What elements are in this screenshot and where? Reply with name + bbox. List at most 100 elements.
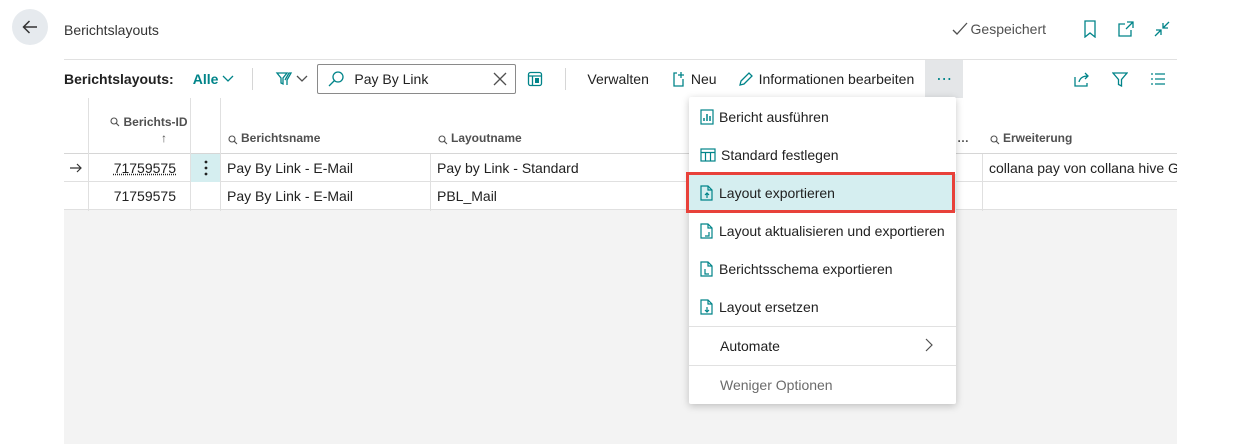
menu-item-label: Bericht ausführen xyxy=(719,109,829,125)
arrow-left-icon xyxy=(22,20,37,34)
column-label: Erweiterung xyxy=(1003,131,1073,145)
menu-item-label: Layout aktualisieren und exportieren xyxy=(719,223,945,239)
column-header-truncated[interactable]: … xyxy=(957,98,977,154)
bookmark-icon xyxy=(1084,20,1096,38)
export-doc-icon xyxy=(700,185,713,201)
column-header-extension[interactable]: Erweiterung xyxy=(990,98,1170,154)
share-icon xyxy=(1074,72,1089,87)
menu-item-label: Layout ersetzen xyxy=(719,299,819,315)
report-name-cell: Pay By Link - E-Mail xyxy=(227,160,354,176)
menu-item-label: Automate xyxy=(720,338,780,354)
header-actions: Gespeichert xyxy=(952,14,1180,44)
report-id-cell[interactable]: 71759575 xyxy=(89,154,176,182)
view-selector[interactable]: Alle xyxy=(193,71,235,87)
menu-item-set-default[interactable]: Standard festlegen xyxy=(689,136,956,174)
grid-divider xyxy=(88,98,89,211)
pencil-icon xyxy=(738,71,753,86)
extension-cell: collana pay von collana hive G… xyxy=(989,160,1177,176)
checkmark-icon xyxy=(952,22,967,35)
menu-item-automate[interactable]: Automate xyxy=(689,327,956,365)
filter-pane-toggle[interactable] xyxy=(275,70,308,88)
grid-divider xyxy=(430,154,431,211)
list-label: Berichtslayouts: xyxy=(64,70,174,87)
table-row[interactable]: 71759575 Pay By Link - E-Mail Pay by Lin… xyxy=(64,154,1177,182)
back-button[interactable] xyxy=(12,9,48,45)
menu-item-label: Standard festlegen xyxy=(721,147,839,163)
column-header-report-id[interactable]: Berichts-ID ↑ xyxy=(99,98,199,154)
filter-button[interactable] xyxy=(1101,64,1139,94)
column-label: Berichts-ID xyxy=(123,115,188,129)
menu-item-replace-layout[interactable]: Layout ersetzen xyxy=(689,288,956,326)
search-icon xyxy=(228,135,238,145)
set-default-icon xyxy=(700,148,716,162)
toolbar-divider xyxy=(252,67,254,90)
grid-divider xyxy=(982,154,983,211)
manage-label: Verwalten xyxy=(587,70,649,87)
more-icon: ⋯ xyxy=(936,70,953,88)
search-icon xyxy=(990,135,1000,145)
row-actions-button[interactable] xyxy=(191,154,220,182)
new-document-icon xyxy=(673,71,684,87)
columns-button[interactable] xyxy=(527,71,543,87)
layouts-grid: Berichts-ID ↑ Berichtsname Layoutname … … xyxy=(64,98,1177,211)
edit-info-button[interactable]: Informationen bearbeiten xyxy=(738,60,915,98)
menu-item-run-report[interactable]: Bericht ausführen xyxy=(689,98,956,136)
search-input[interactable] xyxy=(354,70,494,87)
page-title: Berichtslayouts xyxy=(64,22,159,38)
vertical-dots-icon xyxy=(204,160,207,176)
search-box[interactable] xyxy=(317,63,517,94)
collapse-button[interactable] xyxy=(1144,14,1180,44)
run-report-icon xyxy=(700,109,714,125)
toolbar-divider xyxy=(565,67,567,90)
filter-icon xyxy=(1112,72,1128,87)
toolbar-right xyxy=(1063,60,1177,98)
clear-search-icon[interactable] xyxy=(493,72,507,86)
sort-ascending-icon: ↑ xyxy=(161,131,167,145)
layout-name-cell: PBL_Mail xyxy=(437,188,497,204)
filter-pane-icon xyxy=(276,71,293,85)
list-icon xyxy=(1151,73,1165,85)
grid-header: Berichts-ID ↑ Berichtsname Layoutname … … xyxy=(64,98,1177,154)
share-button[interactable] xyxy=(1063,64,1101,94)
grid-divider xyxy=(190,98,191,211)
menu-item-export-schema[interactable]: Berichtsschema exportieren xyxy=(689,250,956,288)
list-area: Berichts-ID ↑ Berichtsname Layoutname … … xyxy=(64,98,1177,444)
table-row[interactable]: 71759575 Pay By Link - E-Mail PBL_Mail xyxy=(64,182,1177,210)
column-label: Layoutname xyxy=(451,131,522,145)
open-new-window-icon xyxy=(1118,21,1134,37)
row-indicator-icon xyxy=(64,154,88,182)
column-header-layout-name[interactable]: Layoutname xyxy=(438,98,638,154)
manage-button[interactable]: Verwalten xyxy=(587,60,648,98)
column-label: Berichtsname xyxy=(241,131,321,145)
bookmark-button[interactable] xyxy=(1072,14,1108,44)
menu-item-fewer-options[interactable]: Weniger Optionen xyxy=(689,366,956,404)
column-header-report-name[interactable]: Berichtsname xyxy=(228,98,428,154)
edit-info-label: Informationen bearbeiten xyxy=(758,70,915,87)
search-icon xyxy=(438,135,448,145)
replace-doc-icon xyxy=(700,299,713,315)
new-label: Neu xyxy=(690,70,717,87)
menu-item-label: Layout exportieren xyxy=(719,185,835,201)
view-label: Alle xyxy=(192,70,219,87)
saved-label: Gespeichert xyxy=(970,21,1046,37)
menu-item-label: Berichtsschema exportieren xyxy=(719,261,893,277)
report-name-cell: Pay By Link - E-Mail xyxy=(227,188,354,204)
table-settings-icon xyxy=(528,71,543,86)
saved-status: Gespeichert xyxy=(952,21,1046,37)
report-id-cell[interactable]: 71759575 xyxy=(89,182,176,210)
extension-cell xyxy=(989,182,1177,210)
chevron-down-icon xyxy=(296,75,308,82)
layout-name-cell: Pay by Link - Standard xyxy=(437,160,579,176)
more-options-button[interactable]: ⋯ xyxy=(925,59,964,98)
action-bar: Berichtslayouts: Alle Verwalten Neu Info… xyxy=(64,59,1177,98)
list-view-button[interactable] xyxy=(1139,64,1177,94)
grid-divider xyxy=(220,98,221,211)
new-button[interactable]: Neu xyxy=(670,60,717,98)
report-id-link[interactable]: 71759575 xyxy=(114,160,176,176)
search-icon xyxy=(328,70,345,86)
collapse-icon xyxy=(1154,21,1170,37)
open-new-window-button[interactable] xyxy=(1108,14,1144,44)
column-label: … xyxy=(957,131,969,145)
menu-item-update-export-layout[interactable]: Layout aktualisieren und exportieren xyxy=(689,212,956,250)
menu-item-export-layout[interactable]: Layout exportieren xyxy=(689,174,956,212)
